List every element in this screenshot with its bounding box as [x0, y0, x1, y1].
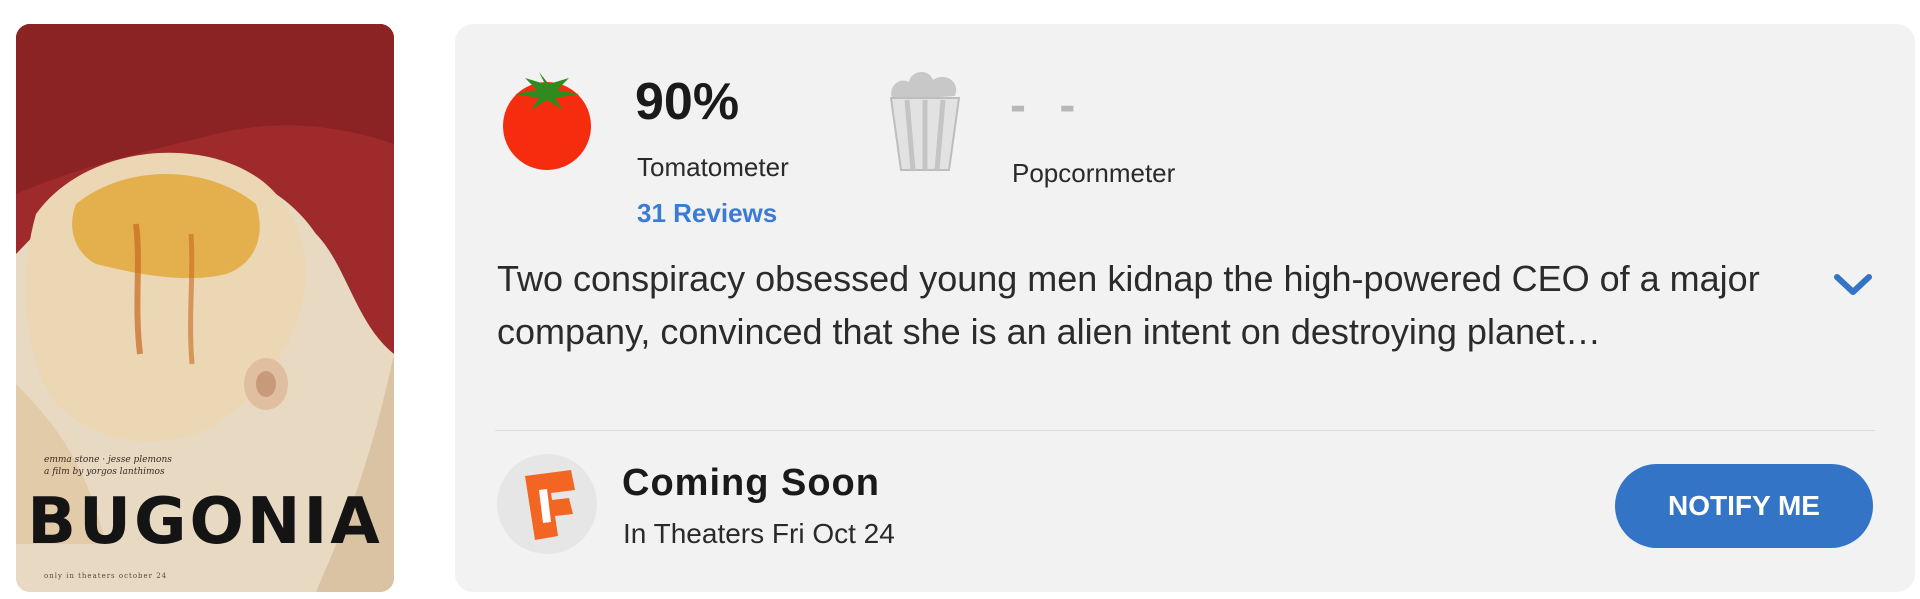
chevron-down-icon[interactable]	[1833, 272, 1873, 303]
reviews-link[interactable]: 31 Reviews	[637, 198, 777, 229]
movie-poster[interactable]: emma stone · jesse plemons a film by yor…	[16, 24, 394, 592]
popcornmeter-score: - -	[1010, 79, 1086, 132]
popcornmeter-label: Popcornmeter	[1012, 158, 1176, 188]
poster-credits-cast: emma stone · jesse plemons	[44, 455, 172, 465]
synopsis-text: Two conspiracy obsessed young men kidnap…	[497, 258, 1760, 352]
poster-credits-director: a film by yorgos lanthimos	[44, 467, 165, 477]
divider	[495, 430, 1875, 431]
tomatometer-score: 90%	[635, 73, 740, 131]
tomatometer-label: Tomatometer	[637, 152, 789, 182]
notify-me-button[interactable]: NOTIFY ME	[1615, 464, 1873, 548]
poster-footer: only in theaters october 24	[44, 572, 168, 580]
release-date: In Theaters Fri Oct 24	[623, 518, 895, 549]
fandango-icon	[495, 452, 599, 561]
popcorn-bucket-icon	[883, 66, 967, 179]
poster-title: BUGONIA	[27, 485, 383, 559]
tomato-icon	[495, 68, 599, 177]
release-title: Coming Soon	[622, 462, 880, 504]
movie-info-card: 90% Tomatometer 31 Reviews - - Popcornme…	[455, 24, 1915, 592]
